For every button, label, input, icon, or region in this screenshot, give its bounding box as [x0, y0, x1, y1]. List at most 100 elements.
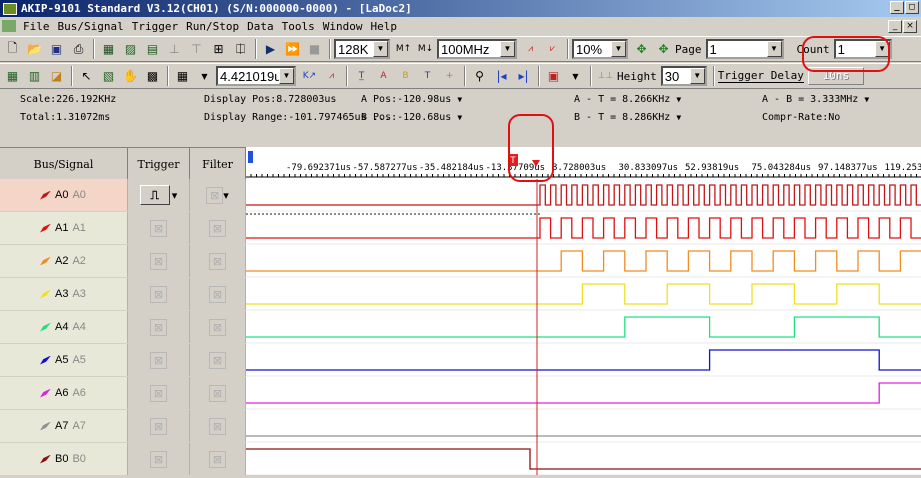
- pointer-icon[interactable]: ↖: [76, 66, 97, 87]
- signal-name-cell[interactable]: A5A5: [0, 344, 128, 376]
- trigger-cell[interactable]: ⊠: [128, 344, 190, 376]
- bus-view-icon[interactable]: ▦: [2, 66, 23, 87]
- trigger-cell[interactable]: ⎍▾: [128, 179, 190, 211]
- signal-color-icon[interactable]: [40, 224, 51, 233]
- time-per-div-select[interactable]: 4.421019us▼: [216, 66, 296, 86]
- chevron-down-icon[interactable]: ▾: [172, 189, 178, 202]
- signal-row[interactable]: B0B0 ⊠ ⊠: [0, 443, 246, 475]
- print-icon[interactable]: ⎙: [68, 39, 89, 60]
- filter-cell[interactable]: ⊠: [190, 443, 246, 475]
- new-file-icon[interactable]: 🗋: [2, 39, 23, 60]
- color-setup-icon[interactable]: ▣: [543, 66, 564, 87]
- signal-name-cell[interactable]: B0B0: [0, 443, 128, 475]
- chevron-down-icon[interactable]: ▼: [611, 41, 626, 57]
- waveform-area[interactable]: [246, 179, 921, 475]
- time-ruler[interactable]: -79.692371us-57.587277us-35.482184us-13.…: [246, 147, 921, 179]
- signal-setup-icon[interactable]: ▨: [120, 39, 141, 60]
- freq-down-icon[interactable]: ⩗: [542, 39, 563, 60]
- signal-row[interactable]: A6A6 ⊠ ⊠: [0, 377, 246, 409]
- search-next-icon[interactable]: ▸|: [513, 66, 534, 87]
- signal-name-cell[interactable]: A4A4: [0, 311, 128, 343]
- menu-bus-signal[interactable]: Bus/Signal: [54, 20, 128, 33]
- memory-depth-select[interactable]: 128K▼: [334, 39, 390, 59]
- trigger-cell[interactable]: ⊠: [128, 410, 190, 442]
- filter-cell[interactable]: ⊠: [190, 410, 246, 442]
- trigger-dontcare-icon[interactable]: ⊠: [150, 220, 167, 237]
- signal-row[interactable]: A4A4⊠⊠: [0, 311, 246, 343]
- data-view-icon[interactable]: ◪: [46, 66, 67, 87]
- filter-dontcare-icon[interactable]: ⊠: [209, 253, 226, 270]
- filter-cell[interactable]: ⊠: [190, 344, 246, 376]
- add-marker-icon[interactable]: +: [439, 66, 460, 87]
- filter-header[interactable]: Filter: [190, 148, 246, 180]
- run-icon[interactable]: ▶: [260, 39, 281, 60]
- menu-run-stop[interactable]: Run/Stop: [182, 20, 243, 33]
- trigger-dontcare-icon[interactable]: ⊠: [150, 286, 167, 303]
- filter-dontcare-icon[interactable]: ⊠: [209, 385, 226, 402]
- trigger-dontcare-icon[interactable]: ⊠: [150, 418, 167, 435]
- filter-dontcare-icon[interactable]: ⊠: [209, 451, 226, 468]
- filter-dontcare-icon[interactable]: ⊠: [209, 319, 226, 336]
- menu-tools[interactable]: Tools: [278, 20, 319, 33]
- pattern-trigger-icon[interactable]: ⊤: [186, 39, 207, 60]
- signal-color-icon[interactable]: [40, 257, 51, 266]
- chevron-down-icon[interactable]: ▼: [457, 113, 462, 122]
- rising-edge-trigger-icon[interactable]: ⎍: [140, 185, 170, 205]
- signal-color-icon[interactable]: [40, 323, 51, 332]
- menu-trigger[interactable]: Trigger: [128, 20, 182, 33]
- trigger-dontcare-icon[interactable]: ⊠: [150, 253, 167, 270]
- trigger-config-icon[interactable]: ⎅: [230, 39, 251, 60]
- open-folder-icon[interactable]: 📂: [24, 39, 45, 60]
- filter-dontcare-icon[interactable]: ⊠: [206, 187, 223, 204]
- signal-row[interactable]: A2A2 ⊠ ⊠: [0, 245, 246, 277]
- trigger-dontcare-icon[interactable]: ⊠: [150, 451, 167, 468]
- zoom-in-icon[interactable]: K↗: [299, 66, 320, 87]
- signal-name-cell[interactable]: A0A0: [0, 179, 128, 211]
- page-select[interactable]: 1▼: [706, 39, 784, 59]
- minimize-button[interactable]: _: [890, 1, 904, 14]
- signal-color-icon[interactable]: [40, 389, 51, 398]
- search-prev-icon[interactable]: |◂: [491, 66, 512, 87]
- bus-edit-icon[interactable]: ▤: [142, 39, 163, 60]
- signal-row[interactable]: A5A5⊠⊠: [0, 344, 246, 376]
- trigger-cell[interactable]: ⊠: [128, 311, 190, 343]
- zoom-dropdown-icon[interactable]: ▼: [194, 66, 215, 87]
- filter-cell[interactable]: ⊠: [190, 311, 246, 343]
- filter-dontcare-icon[interactable]: ⊠: [209, 220, 226, 237]
- page-next-icon[interactable]: ✥: [653, 39, 674, 60]
- filter-cell[interactable]: ⊠: [190, 245, 246, 277]
- goto-b-icon[interactable]: B: [395, 66, 416, 87]
- bus-signal-header[interactable]: Bus/Signal: [0, 148, 128, 180]
- zoom-out-icon[interactable]: ⩘: [321, 66, 342, 87]
- signal-name-cell[interactable]: A7A7: [0, 410, 128, 442]
- signal-row[interactable]: A7A7 ⊠ ⊠: [0, 410, 246, 442]
- trigger-cell[interactable]: ⊠: [128, 377, 190, 409]
- filter-dontcare-icon[interactable]: ⊠: [209, 418, 226, 435]
- list-view-icon[interactable]: ▥: [24, 66, 45, 87]
- signal-name-cell[interactable]: A2A2: [0, 245, 128, 277]
- chevron-down-icon[interactable]: ▼: [767, 41, 782, 57]
- marker-t-icon[interactable]: T: [417, 66, 438, 87]
- goto-a-icon[interactable]: A: [373, 66, 394, 87]
- trigger-cell[interactable]: ⊠: [128, 212, 190, 244]
- height-select[interactable]: 30▼: [661, 66, 707, 86]
- save-icon[interactable]: ▣: [46, 39, 67, 60]
- filter-cell[interactable]: ⊠▾: [190, 179, 246, 211]
- chevron-down-icon[interactable]: ▼: [676, 95, 681, 104]
- filter-cell[interactable]: ⊠: [190, 278, 246, 310]
- memory-increase-icon[interactable]: M↑: [393, 39, 414, 60]
- signal-row[interactable]: A1A1⊠⊠: [0, 212, 246, 244]
- bus-setup-icon[interactable]: ▦: [98, 39, 119, 60]
- search-icon[interactable]: ⚲: [469, 66, 490, 87]
- chevron-down-icon[interactable]: ▼: [500, 41, 515, 57]
- maximize-button[interactable]: □: [905, 1, 919, 14]
- signal-row[interactable]: A3A3⊠⊠: [0, 278, 246, 310]
- chevron-down-icon[interactable]: ▾: [223, 189, 229, 202]
- run-continuous-icon[interactable]: ⏩: [282, 39, 303, 60]
- signal-name-cell[interactable]: A6A6: [0, 377, 128, 409]
- mdi-minimize-button[interactable]: _: [888, 20, 902, 33]
- signal-color-icon[interactable]: [40, 290, 51, 299]
- filter-dontcare-icon[interactable]: ⊠: [209, 286, 226, 303]
- trigger-dontcare-icon[interactable]: ⊠: [150, 385, 167, 402]
- zoom-mode-icon[interactable]: ▦: [172, 66, 193, 87]
